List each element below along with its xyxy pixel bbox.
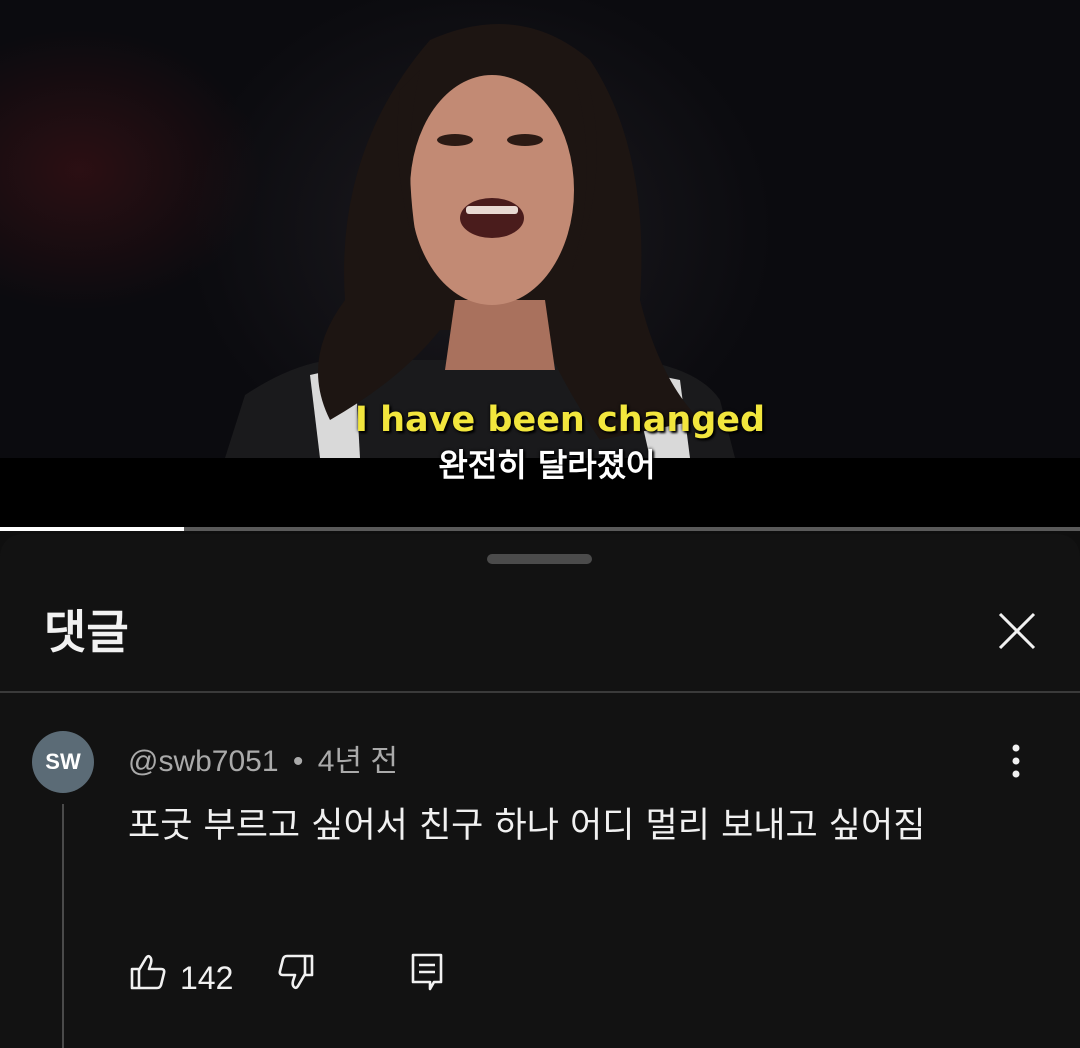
- singer-figure: [225, 24, 735, 458]
- video-progress-fill: [0, 527, 184, 531]
- comment-meta: @swb7051 • 4년 전: [128, 736, 398, 780]
- more-vert-icon: [1012, 744, 1020, 778]
- reply-button[interactable]: [410, 952, 446, 992]
- comment-time: 4년 전: [317, 745, 398, 778]
- comments-title: 댓글: [44, 605, 129, 659]
- caption-english: I have been changed: [354, 400, 766, 440]
- thumb-up-icon: [130, 954, 166, 990]
- comment-text: 포굿 부르고 싶어서 친구 하나 어디 멀리 보내고 싶어짐: [128, 806, 926, 846]
- like-count: 142: [180, 960, 234, 996]
- header-divider: [0, 691, 1080, 693]
- comment-author[interactable]: @swb7051: [128, 745, 279, 778]
- avatar[interactable]: SW: [32, 731, 94, 793]
- close-button[interactable]: [986, 600, 1048, 662]
- like-button[interactable]: [128, 952, 168, 992]
- reply-icon: [411, 953, 443, 991]
- video-frame: [0, 0, 1080, 458]
- video-player[interactable]: I have been changed 완전히 달라졌어: [0, 0, 1080, 528]
- dislike-button[interactable]: [276, 952, 316, 992]
- comment-actions: 142: [128, 952, 468, 1002]
- more-options-button[interactable]: [994, 736, 1038, 786]
- thread-line: [62, 804, 64, 1048]
- thumb-down-icon: [278, 954, 314, 990]
- video-progress-bar[interactable]: [0, 527, 1080, 531]
- comments-sheet: 댓글 SW @swb7051 • 4년 전 포굿 부르고 싶어서 친구 하나 어…: [0, 534, 1080, 1048]
- caption-korean: 완전히 달라졌어: [438, 446, 656, 484]
- meta-separator: •: [292, 745, 304, 778]
- drag-handle[interactable]: [487, 554, 592, 564]
- close-icon: [998, 612, 1036, 650]
